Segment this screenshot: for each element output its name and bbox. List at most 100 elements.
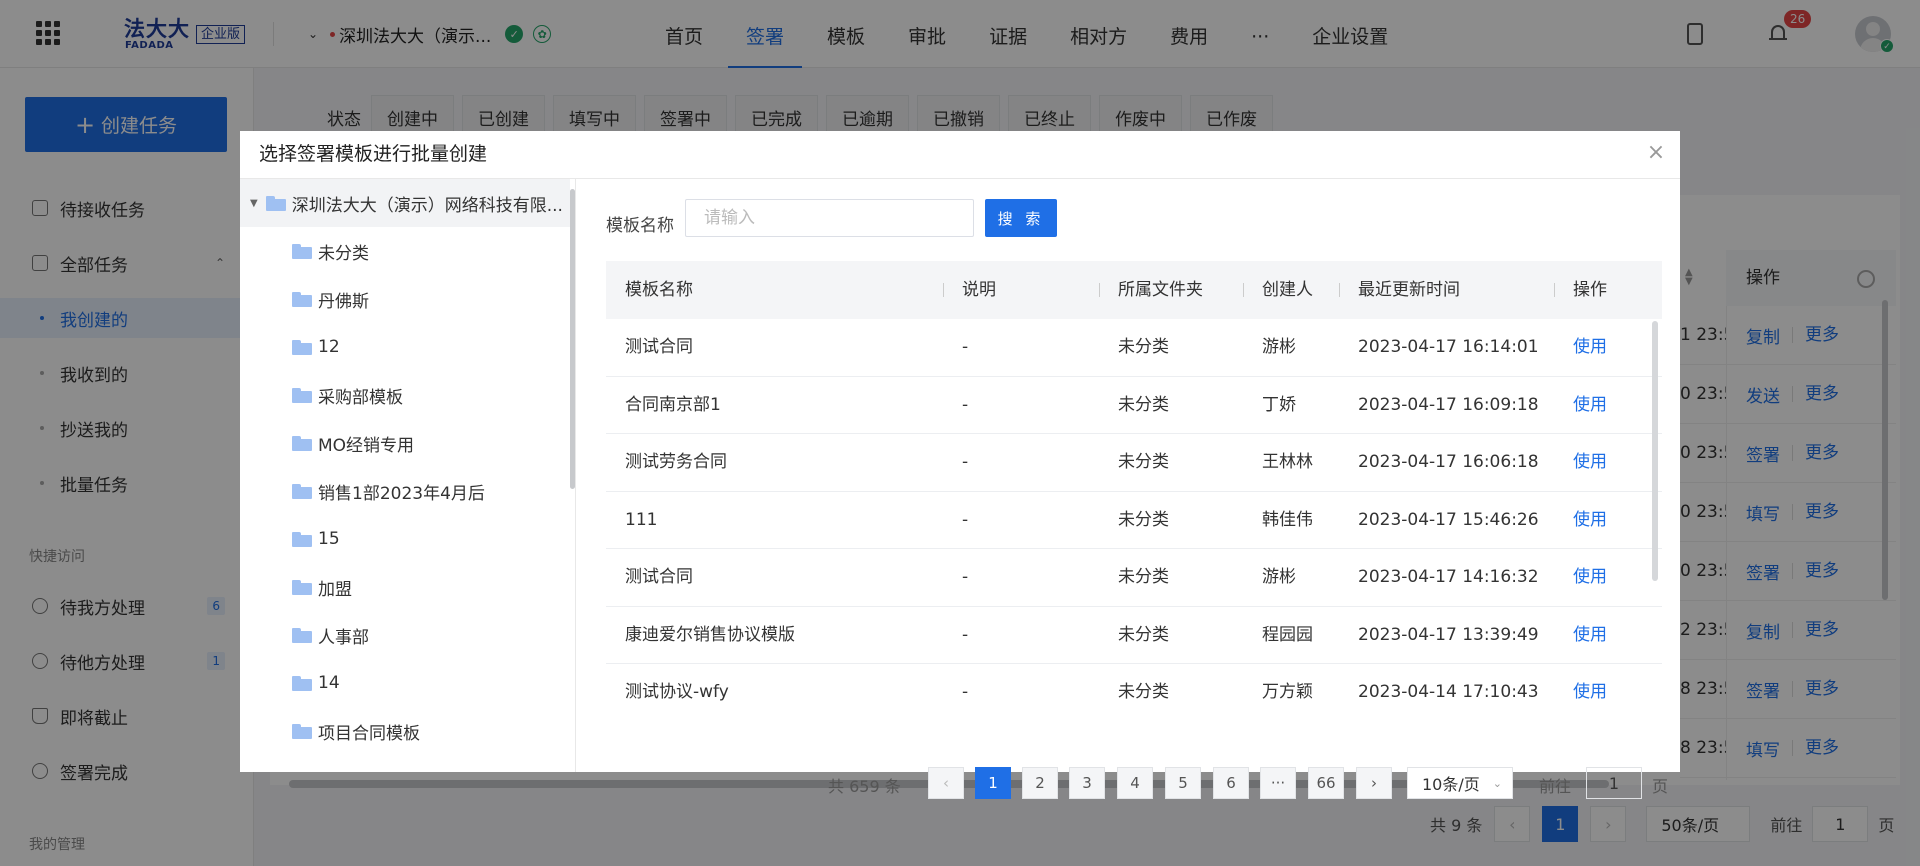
use-link[interactable]: 使用 (1573, 492, 1607, 549)
use-link[interactable]: 使用 (1573, 377, 1607, 434)
cell-folder: 未分类 (1118, 624, 1169, 645)
tree-folder-item[interactable]: MO经销专用 (292, 428, 414, 458)
tree-node-label: 未分类 (318, 243, 369, 264)
column-header-name: 模板名称 (625, 280, 693, 300)
modal-title: 选择签署模板进行批量创建 (259, 143, 488, 165)
page-button-1[interactable]: 1 (975, 767, 1011, 799)
use-link[interactable]: 使用 (1573, 664, 1607, 704)
table-row: 111 - 未分类 韩佳伟 2023-04-17 15:46:26 使用 (606, 492, 1662, 549)
folder-icon (292, 483, 312, 499)
cell-desc: - (962, 682, 969, 702)
tree-folder-item[interactable]: 未分类 (292, 236, 369, 266)
tree-node-label: 销售1部2023年4月后 (318, 483, 485, 504)
tree-folder-item[interactable]: 销售1部2023年4月后 (292, 476, 485, 506)
tree-node-label: 加盟 (318, 579, 352, 600)
column-divider (1243, 283, 1244, 297)
folder-icon (292, 435, 312, 451)
caret-down-icon: ▼ (250, 197, 258, 209)
cell-creator: 王林林 (1262, 452, 1313, 472)
folder-icon (292, 627, 312, 643)
cell-folder: 未分类 (1118, 509, 1169, 530)
cell-desc: - (962, 452, 969, 472)
table-row: 测试合同 - 未分类 游彬 2023-04-17 14:16:32 使用 (606, 549, 1662, 607)
cell-name: 111 (625, 509, 658, 530)
goto-page-input[interactable]: 1 (1586, 767, 1642, 799)
table-row: 康迪爱尔销售协议模版 - 未分类 程园园 2023-04-17 13:39:49… (606, 607, 1662, 664)
cell-desc: - (962, 624, 969, 645)
tree-folder-item[interactable]: 12 (292, 332, 340, 362)
cell-updated: 2023-04-17 13:39:49 (1358, 624, 1539, 645)
cell-creator: 程园园 (1262, 624, 1313, 645)
tree-folder-item[interactable]: 15 (292, 524, 340, 554)
cell-desc: - (962, 509, 969, 530)
tree-node-label: 采购部模板 (318, 387, 403, 408)
folder-icon (292, 531, 312, 547)
cell-folder: 未分类 (1118, 567, 1169, 587)
folder-tree: ▼ 深圳法大大（演示）网络科技有限... 未分类 丹佛斯 12 采购部模板 MO… (240, 179, 576, 772)
tree-node-label: 15 (318, 529, 340, 549)
page-button-5[interactable]: 5 (1165, 767, 1201, 799)
cell-name: 康迪爱尔销售协议模版 (625, 624, 795, 645)
use-link[interactable]: 使用 (1573, 607, 1607, 664)
column-divider (1339, 283, 1340, 297)
page-size-select[interactable]: 10条/页 ⌄ (1407, 767, 1513, 799)
page-button-4[interactable]: 4 (1117, 767, 1153, 799)
close-icon[interactable]: × (1646, 142, 1666, 164)
tree-node-label: 12 (318, 337, 340, 357)
page-button-3[interactable]: 3 (1069, 767, 1105, 799)
tree-folder-item[interactable]: 采购部模板 (292, 380, 403, 410)
template-list-pane: 模板名称 搜 索 模板名称 说明 所属文件夹 创建人 最近更新时间 操作 测试合… (576, 179, 1680, 799)
column-header-updated: 最近更新时间 (1358, 280, 1460, 300)
column-header-creator: 创建人 (1262, 280, 1313, 300)
tree-node-label: 14 (318, 673, 340, 693)
cell-folder: 未分类 (1118, 394, 1169, 415)
search-button[interactable]: 搜 索 (985, 199, 1057, 237)
use-link[interactable]: 使用 (1573, 549, 1607, 606)
tree-folder-item[interactable]: 人事部 (292, 620, 369, 650)
cell-creator: 韩佳伟 (1262, 509, 1313, 530)
cell-updated: 2023-04-17 16:06:18 (1358, 452, 1539, 472)
tree-folder-item[interactable]: 加盟 (292, 572, 352, 602)
page-size-value: 10条/页 (1422, 775, 1480, 794)
tree-scrollbar[interactable] (570, 189, 575, 489)
cell-updated: 2023-04-14 17:10:43 (1358, 682, 1539, 702)
next-page-button[interactable]: › (1356, 767, 1392, 799)
cell-creator: 丁娇 (1262, 394, 1296, 415)
tree-root-node[interactable]: ▼ 深圳法大大（演示）网络科技有限... (240, 179, 570, 227)
use-link[interactable]: 使用 (1573, 434, 1607, 491)
cell-desc: - (962, 394, 969, 415)
cell-folder: 未分类 (1118, 452, 1169, 472)
template-pagination: 共 659 条 ‹ 1 2 3 4 5 6 ··· 66 › 10条/页 ⌄ 前… (576, 765, 1680, 801)
column-divider (943, 283, 944, 297)
column-header-action: 操作 (1573, 280, 1607, 300)
tree-folder-item[interactable]: 14 (292, 668, 340, 698)
page-ellipsis-button[interactable]: ··· (1260, 767, 1296, 799)
use-link[interactable]: 使用 (1573, 319, 1607, 376)
cell-updated: 2023-04-17 16:09:18 (1358, 394, 1539, 415)
tree-folder-item[interactable]: 丹佛斯 (292, 284, 369, 314)
table-row: 测试劳务合同 - 未分类 王林林 2023-04-17 16:06:18 使用 (606, 434, 1662, 492)
table-row: 合同南京部1 - 未分类 丁娇 2023-04-17 16:09:18 使用 (606, 377, 1662, 434)
page-button-6[interactable]: 6 (1213, 767, 1249, 799)
folder-icon (292, 243, 312, 259)
folder-icon (292, 675, 312, 691)
cell-updated: 2023-04-17 16:14:01 (1358, 337, 1539, 357)
page-button-66[interactable]: 66 (1308, 767, 1344, 799)
cell-creator: 游彬 (1262, 337, 1296, 357)
column-header-desc: 说明 (962, 280, 996, 300)
cell-name: 测试协议-wfy (625, 682, 729, 702)
table-row: 测试合同 - 未分类 游彬 2023-04-17 16:14:01 使用 (606, 319, 1662, 377)
folder-icon (292, 339, 312, 355)
prev-page-button[interactable]: ‹ (928, 767, 964, 799)
table-header: 模板名称 说明 所属文件夹 创建人 最近更新时间 操作 (606, 261, 1662, 319)
cell-desc: - (962, 337, 969, 357)
cell-folder: 未分类 (1118, 337, 1169, 357)
template-name-input[interactable] (685, 199, 974, 237)
batch-create-modal: 选择签署模板进行批量创建 × ▼ 深圳法大大（演示）网络科技有限... 未分类 … (240, 131, 1680, 799)
page-unit: 页 (1652, 777, 1669, 796)
search-label: 模板名称 (606, 216, 674, 236)
page-button-2[interactable]: 2 (1022, 767, 1058, 799)
tree-folder-item[interactable]: 项目合同模板 (292, 716, 420, 746)
table-scrollbar[interactable] (1652, 321, 1658, 581)
tree-node-label: 深圳法大大（演示）网络科技有限... (291, 195, 563, 216)
